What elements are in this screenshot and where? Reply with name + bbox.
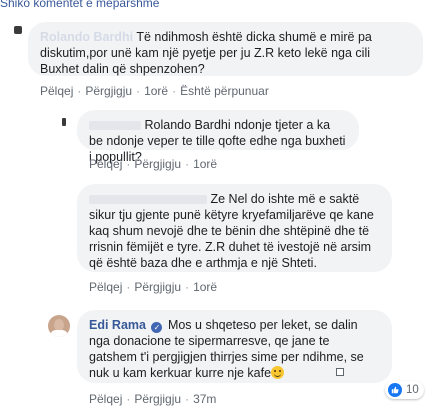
- separator: ·: [185, 280, 190, 294]
- like-link[interactable]: Pëlqej: [89, 392, 122, 406]
- verified-badge-icon: ✓: [151, 322, 163, 333]
- separator: ·: [136, 84, 141, 98]
- separator: ·: [126, 392, 131, 406]
- reply-link[interactable]: Përgjigju: [134, 392, 181, 406]
- avatar-shirt: [50, 330, 68, 337]
- reply-link[interactable]: Përgjigju: [85, 84, 132, 98]
- redacted-author: [89, 195, 207, 205]
- smiley-emoji-icon: [271, 366, 285, 379]
- comment-actions: Pëlqej · Përgjigju · 37m: [89, 392, 216, 406]
- timestamp[interactable]: 1orë: [144, 84, 168, 98]
- separator: ·: [126, 280, 131, 294]
- redacted-author: [89, 121, 141, 131]
- edited-label[interactable]: Është përpunuar: [180, 84, 269, 98]
- timestamp[interactable]: 1orë: [193, 157, 217, 171]
- like-icon: [388, 383, 402, 397]
- like-link[interactable]: Pëlqej: [89, 280, 122, 294]
- reply-link[interactable]: Përgjigju: [134, 280, 181, 294]
- avatar[interactable]: [14, 26, 22, 34]
- separator: ·: [185, 392, 190, 406]
- separator: ·: [172, 84, 177, 98]
- avatar[interactable]: [62, 118, 66, 126]
- reaction-count[interactable]: 10: [385, 381, 424, 399]
- timestamp[interactable]: 1orë: [193, 280, 217, 294]
- separator: ·: [126, 157, 131, 171]
- thumbs-up-icon: [391, 386, 399, 394]
- comment-actions: Pëlqej · Përgjigju · 1orë: [89, 157, 217, 171]
- avatar[interactable]: [48, 315, 70, 337]
- comment-bubble: Edi Rama ✓ Mos u shqeteso per leket, se …: [77, 310, 392, 383]
- small-square-icon: [336, 368, 344, 376]
- comment-bubble: Rolando Bardhi ndonje tjeter a ka be ndo…: [77, 110, 359, 164]
- like-link[interactable]: Pëlqej: [89, 157, 122, 171]
- reply-link[interactable]: Përgjigju: [134, 157, 181, 171]
- comment-author[interactable]: Edi Rama: [89, 318, 146, 332]
- see-previous-comments-link[interactable]: Shiko komentet e mëparshme: [0, 0, 159, 10]
- separator: ·: [185, 157, 190, 171]
- comment-actions: Pëlqej · Përgjigju · 1orë · Është përpunuar: [40, 84, 269, 98]
- like-link[interactable]: Pëlqej: [40, 84, 73, 98]
- comment-author[interactable]: Rolando Bardhi: [40, 30, 133, 44]
- comment-bubble: Rolando Bardhi Të ndihmosh është dicka s…: [28, 22, 423, 76]
- timestamp[interactable]: 37m: [193, 392, 216, 406]
- comment-bubble: Ze Nel do ishte më e saktë sikur tju gje…: [77, 184, 392, 272]
- reaction-count-number: 10: [406, 384, 419, 396]
- separator: ·: [77, 84, 82, 98]
- comment-actions: Pëlqej · Përgjigju · 1orë: [89, 280, 217, 294]
